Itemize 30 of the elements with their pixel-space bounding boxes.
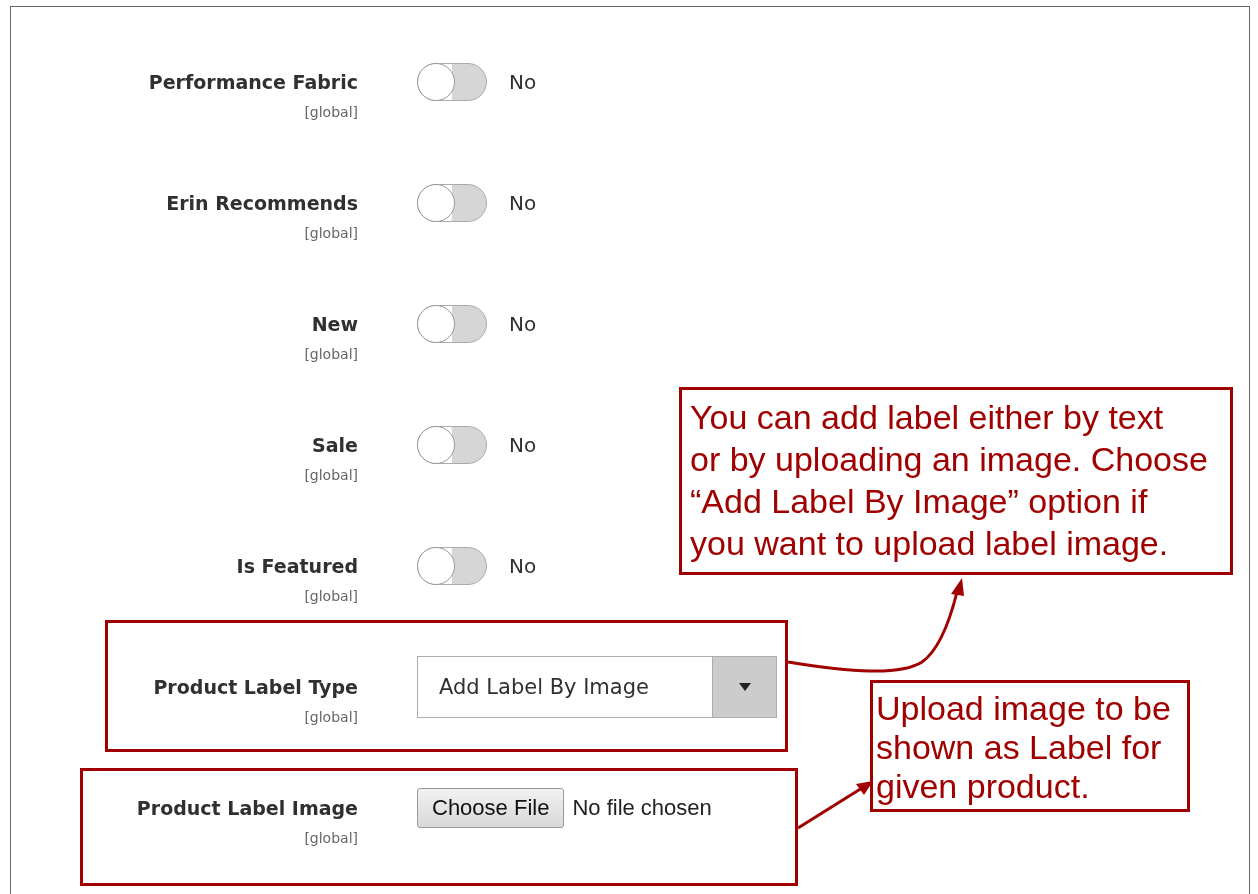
toggle-value-text: No <box>509 312 537 336</box>
field-label: Performance Fabric <box>147 71 358 93</box>
field-label: Sale <box>311 434 358 456</box>
scope-label: [global] <box>303 587 358 606</box>
scope-label: [global] <box>303 345 358 364</box>
scope-label: [global] <box>303 466 358 485</box>
caret-icon <box>738 683 751 691</box>
toggle-value-text: No <box>509 554 537 578</box>
scope-label: [global] <box>303 708 358 727</box>
select-dropdown[interactable]: Add Label By Image <box>417 656 777 718</box>
toggle-value-text: No <box>509 191 537 215</box>
callout-note: Upload image to be shown as Label for given product. <box>870 680 1190 812</box>
toggle-switch[interactable] <box>417 184 487 222</box>
toggle-switch[interactable] <box>417 426 487 464</box>
scope-label: [global] <box>303 224 358 243</box>
choose-file-button[interactable]: Choose File <box>417 788 565 828</box>
toggle-value-text: No <box>509 70 537 94</box>
field-label: Erin Recommends <box>165 192 358 214</box>
file-status-text: No file chosen <box>572 795 712 821</box>
callout-note: You can add label either by text or by uploading an image. Choose “Add Label By Image” option if you want to upload label image. <box>679 387 1233 575</box>
toggle-switch[interactable] <box>417 63 487 101</box>
field-label: New <box>310 313 358 335</box>
field-label: Product Label Type <box>152 676 358 698</box>
field-label: Is Featured <box>235 555 358 577</box>
toggle-value-text: No <box>509 433 537 457</box>
field-label: Product Label Image <box>135 797 358 819</box>
scope-label: [global] <box>303 103 358 122</box>
toggle-switch[interactable] <box>417 305 487 343</box>
toggle-switch[interactable] <box>417 547 487 585</box>
scope-label: [global] <box>303 829 358 848</box>
